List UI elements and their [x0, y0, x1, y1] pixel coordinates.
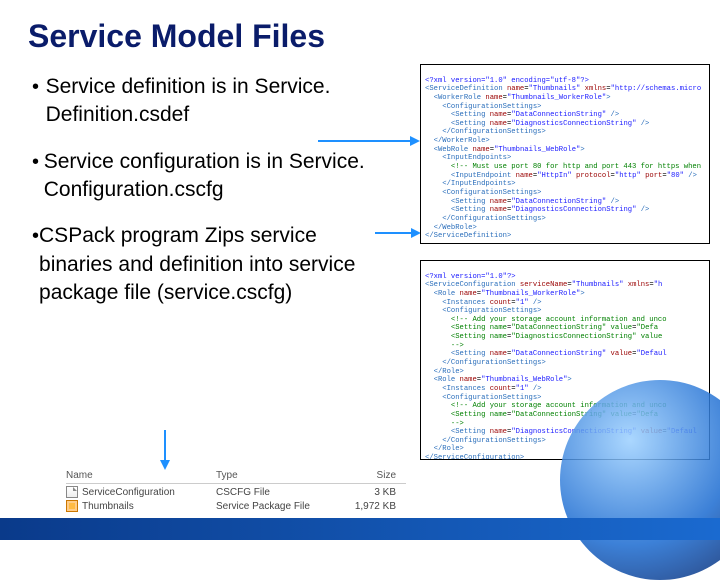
bullet-text: CSPack program Zips service binaries and… [39, 222, 370, 307]
bullet-item: • Service configuration is in Service.​C… [32, 148, 370, 205]
bullet-text: Service definition is in Service.​Defini… [46, 73, 370, 130]
slide-title: Service Model Files [0, 0, 720, 65]
bullet-text: Service configuration is in Service.​Con… [44, 148, 370, 205]
file-row: ServiceConfiguration CSCFG File 3 KB [66, 484, 406, 498]
arrow-to-csdef [318, 140, 410, 142]
bullet-item: • CSPack program Zips service binaries a… [32, 222, 370, 307]
bullet-dot: • [32, 73, 46, 130]
package-file-icon [66, 500, 78, 512]
file-name: ServiceConfiguration [82, 487, 175, 498]
file-row: Thumbnails Service Package File 1,972 KB [66, 498, 406, 512]
file-list-header: Name Type Size [66, 470, 406, 484]
bullet-list: • Service definition is in Service.​Defi… [0, 65, 370, 307]
code-line: <ServiceDefinition [425, 85, 503, 93]
file-type: CSCFG File [216, 487, 326, 498]
col-size: Size [326, 470, 396, 481]
code-line: <?xml version="1.0" encoding="utf-8"?> [425, 77, 589, 85]
csdef-code-box: <?xml version="1.0" encoding="utf-8"?> <… [420, 64, 710, 244]
file-list: Name Type Size ServiceConfiguration CSCF… [66, 470, 406, 512]
bullet-dot: • [32, 148, 44, 205]
footer-bar [0, 518, 720, 540]
file-size: 3 KB [326, 487, 396, 498]
bullet-dot: • [32, 222, 39, 307]
col-name: Name [66, 470, 216, 481]
bullet-item: • Service definition is in Service.​Defi… [32, 73, 370, 130]
file-size: 1,972 KB [326, 501, 396, 512]
arrow-to-cscfg [375, 232, 411, 234]
file-name: Thumbnails [82, 501, 134, 512]
arrow-to-filelist [164, 430, 166, 460]
file-type: Service Package File [216, 501, 326, 512]
col-type: Type [216, 470, 326, 481]
xml-file-icon [66, 486, 78, 498]
